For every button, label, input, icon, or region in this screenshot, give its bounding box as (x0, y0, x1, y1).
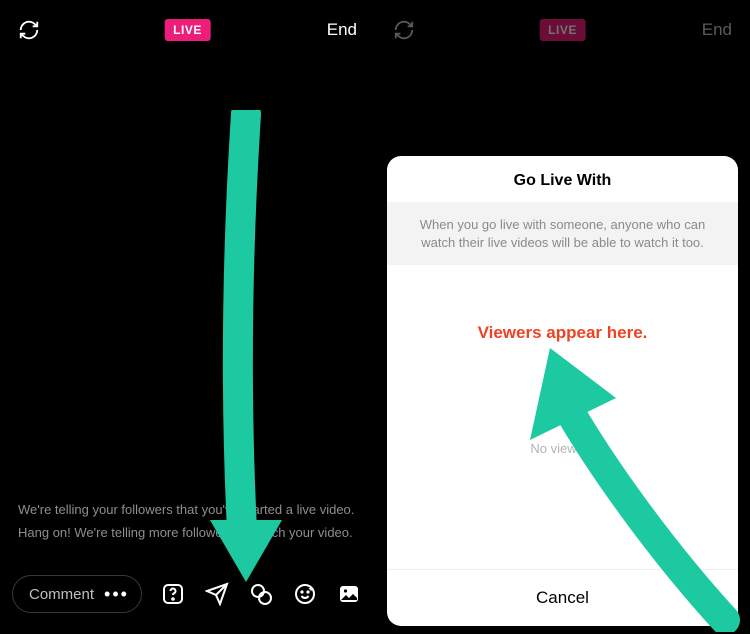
question-icon[interactable] (160, 581, 186, 607)
sheet-title: Go Live With (387, 156, 738, 202)
live-screen-before: LIVE End We're telling your followers th… (0, 0, 375, 634)
top-bar: LIVE End (375, 0, 750, 60)
go-live-with-icon[interactable] (248, 581, 274, 607)
end-button[interactable]: End (327, 20, 357, 40)
top-bar: LIVE End (0, 0, 375, 60)
live-badge: LIVE (539, 19, 586, 41)
status-line: Hang on! We're telling more followers to… (18, 524, 357, 542)
send-icon[interactable] (204, 581, 230, 607)
comment-placeholder: Comment (29, 586, 94, 603)
no-viewers-text: No viewers (387, 441, 738, 456)
sheet-subheading: When you go live with someone, anyone wh… (387, 202, 738, 265)
refresh-icon[interactable] (393, 19, 415, 41)
comment-input[interactable]: Comment ••• (12, 575, 142, 613)
face-filter-icon[interactable] (292, 581, 318, 607)
viewers-annotation: Viewers appear here. (387, 323, 738, 343)
end-button[interactable]: End (702, 20, 732, 40)
live-screen-go-live-with-sheet: LIVE End Go Live With When you go live w… (375, 0, 750, 634)
refresh-icon[interactable] (18, 19, 40, 41)
status-line: We're telling your followers that you've… (18, 501, 357, 519)
status-text: We're telling your followers that you've… (18, 501, 357, 548)
go-live-with-sheet: Go Live With When you go live with someo… (387, 156, 738, 626)
gallery-icon[interactable] (336, 581, 362, 607)
cancel-button[interactable]: Cancel (387, 569, 738, 626)
more-icon[interactable]: ••• (104, 590, 129, 599)
sheet-body: Viewers appear here. No viewers (387, 265, 738, 569)
live-badge: LIVE (164, 19, 211, 41)
bottom-toolbar: Comment ••• (12, 572, 363, 616)
